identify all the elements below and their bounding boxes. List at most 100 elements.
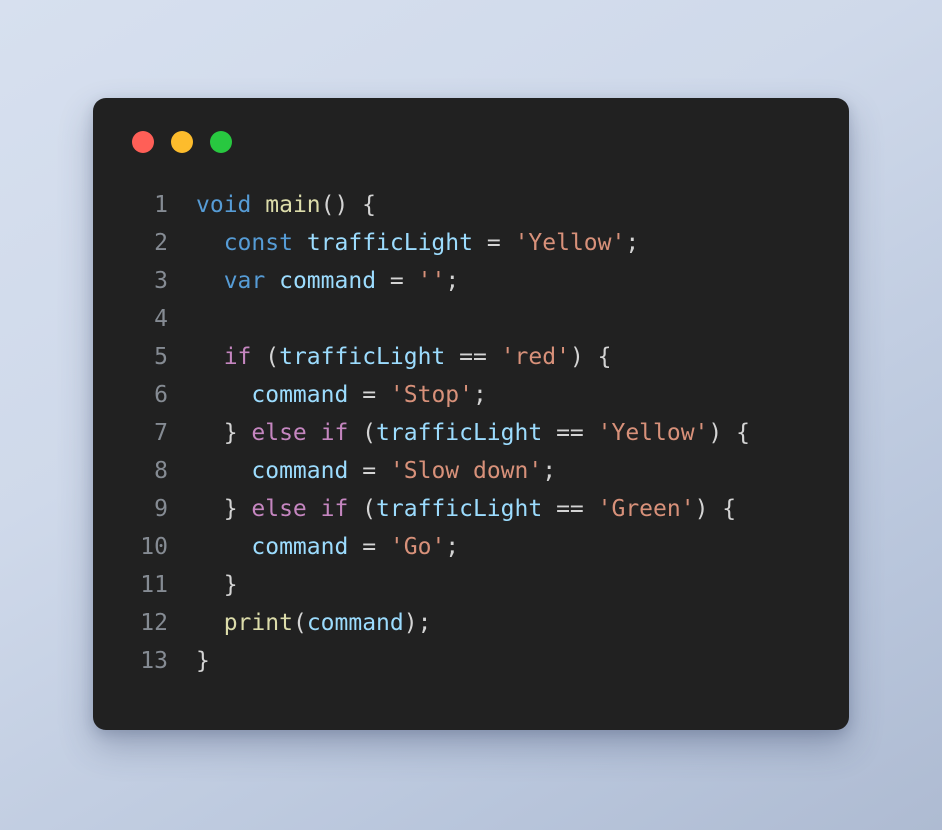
code-token: else if bbox=[251, 420, 349, 446]
code-line[interactable]: 8 command = 'Slow down'; bbox=[125, 452, 849, 490]
code-token: = bbox=[362, 534, 377, 560]
code-token: ; bbox=[445, 268, 460, 294]
code-token: main bbox=[265, 192, 321, 218]
code-token: '' bbox=[417, 268, 446, 294]
code-token: trafficLight bbox=[376, 420, 543, 446]
line-number: 8 bbox=[154, 458, 168, 484]
close-icon[interactable] bbox=[132, 131, 154, 153]
line-number: 13 bbox=[140, 648, 168, 674]
code-token: trafficLight bbox=[279, 344, 446, 370]
code-line[interactable]: 2 const trafficLight = 'Yellow'; bbox=[125, 224, 849, 262]
code-token: 'Green' bbox=[597, 496, 695, 522]
code-line[interactable]: 12 print(command); bbox=[125, 604, 849, 642]
code-token: } bbox=[196, 572, 238, 598]
code-line[interactable]: 9 } else if (trafficLight == 'Green') { bbox=[125, 490, 849, 528]
line-content: command = 'Go'; bbox=[168, 528, 459, 566]
code-token: = bbox=[389, 268, 404, 294]
line-number: 9 bbox=[154, 496, 168, 522]
code-token: else if bbox=[251, 496, 349, 522]
line-content: var command = ''; bbox=[168, 262, 459, 300]
code-token: 'Yellow' bbox=[514, 230, 626, 256]
code-line[interactable]: 3 var command = ''; bbox=[125, 262, 849, 300]
code-token: ; bbox=[542, 458, 557, 484]
line-number: 12 bbox=[140, 610, 168, 636]
maximize-icon[interactable] bbox=[210, 131, 232, 153]
line-content: command = 'Slow down'; bbox=[168, 452, 556, 490]
code-line[interactable]: 1 void main() { bbox=[125, 186, 849, 224]
code-line[interactable]: 6 command = 'Stop'; bbox=[125, 376, 849, 414]
code-token: var bbox=[223, 268, 266, 294]
code-token: ) { bbox=[708, 420, 750, 446]
code-line[interactable]: 7 } else if (trafficLight == 'Yellow') { bbox=[125, 414, 849, 452]
code-token: if bbox=[223, 344, 252, 370]
code-token: print bbox=[223, 610, 293, 636]
line-content: } else if (trafficLight == 'Yellow') { bbox=[168, 414, 750, 452]
line-content: } bbox=[168, 642, 210, 680]
code-token: command bbox=[251, 382, 349, 408]
code-token: } bbox=[196, 648, 210, 674]
line-number: 10 bbox=[140, 534, 168, 560]
line-content: command = 'Stop'; bbox=[168, 376, 486, 414]
code-token: () { bbox=[320, 192, 377, 218]
line-number: 2 bbox=[154, 230, 168, 256]
code-token: ( bbox=[348, 496, 377, 522]
line-content: if (trafficLight == 'red') { bbox=[168, 338, 612, 376]
line-content: print(command); bbox=[168, 604, 432, 642]
line-number: 5 bbox=[154, 344, 168, 370]
code-token: trafficLight bbox=[306, 230, 473, 256]
code-token: ) { bbox=[569, 344, 612, 370]
code-token: } bbox=[196, 420, 252, 446]
code-token: const bbox=[223, 230, 293, 256]
line-number: 1 bbox=[154, 192, 168, 218]
code-line[interactable]: 11 } bbox=[125, 566, 849, 604]
code-token: 'red' bbox=[500, 344, 570, 370]
code-token: = bbox=[362, 382, 377, 408]
line-content: const trafficLight = 'Yellow'; bbox=[168, 224, 640, 262]
code-token: ; bbox=[445, 534, 460, 560]
code-token: command bbox=[279, 268, 377, 294]
code-line[interactable]: 10 command = 'Go'; bbox=[125, 528, 849, 566]
line-content: } else if (trafficLight == 'Green') { bbox=[168, 490, 736, 528]
line-number: 3 bbox=[154, 268, 168, 294]
code-token: 'Go' bbox=[389, 534, 446, 560]
line-content: } bbox=[168, 566, 238, 604]
code-token: = bbox=[362, 458, 377, 484]
code-token: == bbox=[459, 344, 487, 370]
line-number: 4 bbox=[154, 306, 168, 332]
code-token: ( bbox=[292, 610, 307, 636]
code-token: command bbox=[251, 534, 349, 560]
code-editor[interactable]: 1 void main() {2 const trafficLight = 'Ye… bbox=[93, 186, 849, 730]
code-window: 1 void main() {2 const trafficLight = 'Ye… bbox=[93, 98, 849, 730]
code-line[interactable]: 4 bbox=[125, 300, 849, 338]
code-token: command bbox=[251, 458, 349, 484]
code-token: == bbox=[556, 496, 584, 522]
line-number: 11 bbox=[140, 572, 168, 598]
code-token: ( bbox=[348, 420, 377, 446]
code-token: ) { bbox=[694, 496, 737, 522]
code-line[interactable]: 13} bbox=[125, 642, 849, 680]
code-token: 'Slow down' bbox=[389, 458, 543, 484]
code-token: } bbox=[196, 496, 252, 522]
code-token: ; bbox=[625, 230, 640, 256]
code-line[interactable]: 5 if (trafficLight == 'red') { bbox=[125, 338, 849, 376]
minimize-icon[interactable] bbox=[171, 131, 193, 153]
